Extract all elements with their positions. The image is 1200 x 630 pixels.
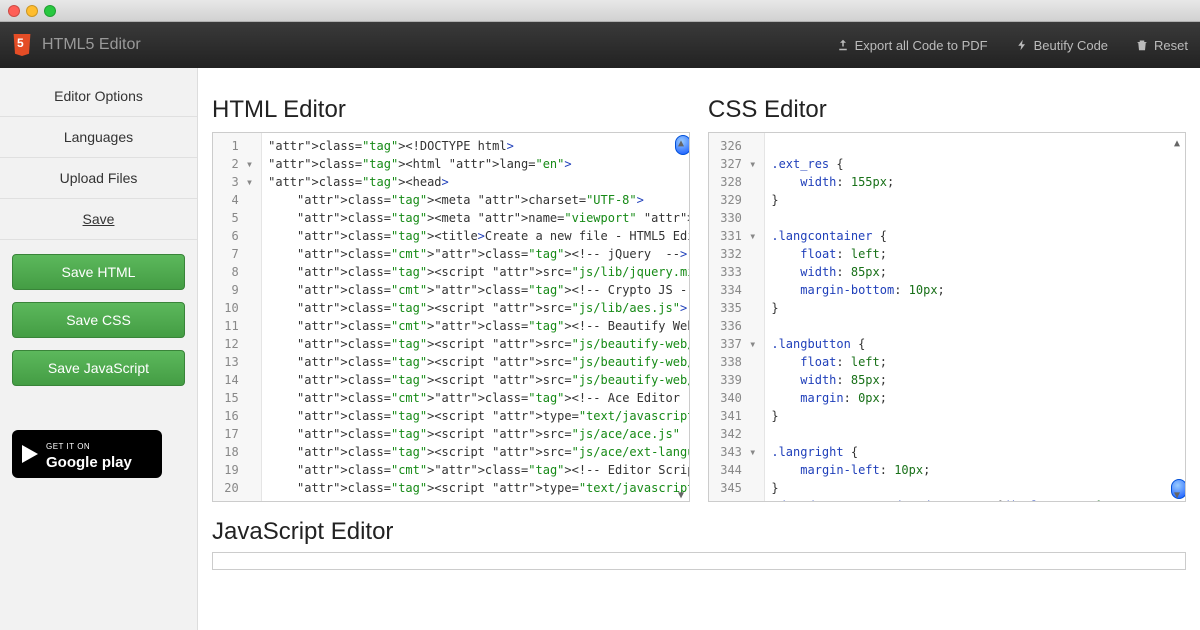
- save-js-button[interactable]: Save JavaScript: [12, 350, 185, 386]
- gplay-bottom-label: Google play: [46, 454, 132, 471]
- trash-icon: [1136, 39, 1148, 51]
- top-bar: HTML5 Editor Export all Code to PDF Beut…: [0, 22, 1200, 68]
- app-title: HTML5 Editor: [42, 36, 141, 54]
- html-editor-title: HTML Editor: [212, 96, 690, 124]
- export-pdf-button[interactable]: Export all Code to PDF: [837, 38, 988, 53]
- sidebar-item-languages[interactable]: Languages: [0, 117, 197, 158]
- beautify-label: Beutify Code: [1034, 38, 1108, 53]
- play-triangle-icon: [22, 445, 38, 463]
- scroll-up-arrow[interactable]: ▲: [1171, 135, 1183, 147]
- google-play-text: GET IT ON Google play: [46, 436, 132, 472]
- scroll-down-arrow[interactable]: ▼: [1171, 487, 1183, 499]
- css-code-area[interactable]: .ext_res { width: 155px; } .langcontaine…: [765, 133, 1185, 501]
- save-button-group: Save HTML Save CSS Save JavaScript: [0, 240, 197, 400]
- gplay-top-label: GET IT ON: [46, 442, 90, 451]
- minimize-traffic-light[interactable]: [26, 5, 38, 17]
- sidebar-item-editor-options[interactable]: Editor Options: [0, 76, 197, 117]
- css-editor-column: CSS Editor 326 327 ▾ 328 329 330 331 ▾ 3…: [708, 96, 1186, 502]
- html-editor[interactable]: 1 2 ▾ 3 ▾ 4 5 6 7 8 9 10 11 12 13 14 15 …: [212, 132, 690, 502]
- html-gutter: 1 2 ▾ 3 ▾ 4 5 6 7 8 9 10 11 12 13 14 15 …: [213, 133, 262, 501]
- reset-button[interactable]: Reset: [1136, 38, 1188, 53]
- zoom-traffic-light[interactable]: [44, 5, 56, 17]
- html-editor-column: HTML Editor 1 2 ▾ 3 ▾ 4 5 6 7 8 9 10 11 …: [212, 96, 690, 502]
- beautify-button[interactable]: Beutify Code: [1016, 38, 1108, 53]
- scroll-up-arrow[interactable]: ▲: [675, 135, 687, 147]
- upload-icon: [837, 39, 849, 51]
- scroll-down-arrow[interactable]: ▼: [675, 487, 687, 499]
- sidebar: Editor Options Languages Upload Files Sa…: [0, 68, 198, 630]
- top-actions: Export all Code to PDF Beutify Code Rese…: [837, 38, 1188, 53]
- js-editor-title: JavaScript Editor: [212, 518, 1186, 546]
- save-html-button[interactable]: Save HTML: [12, 254, 185, 290]
- save-css-button[interactable]: Save CSS: [12, 302, 185, 338]
- reset-label: Reset: [1154, 38, 1188, 53]
- google-play-badge[interactable]: GET IT ON Google play: [12, 430, 162, 478]
- window-chrome: [0, 0, 1200, 22]
- js-editor[interactable]: [212, 552, 1186, 570]
- close-traffic-light[interactable]: [8, 5, 20, 17]
- html-code-area[interactable]: "attr">class="tag"><!DOCTYPE html> "attr…: [262, 133, 689, 501]
- sidebar-item-save[interactable]: Save: [0, 199, 197, 240]
- sidebar-item-upload-files[interactable]: Upload Files: [0, 158, 197, 199]
- css-gutter: 326 327 ▾ 328 329 330 331 ▾ 332 333 334 …: [709, 133, 765, 501]
- flash-icon: [1016, 39, 1028, 51]
- main-content: HTML Editor 1 2 ▾ 3 ▾ 4 5 6 7 8 9 10 11 …: [198, 68, 1200, 630]
- css-editor[interactable]: 326 327 ▾ 328 329 330 331 ▾ 332 333 334 …: [708, 132, 1186, 502]
- css-editor-title: CSS Editor: [708, 96, 1186, 124]
- export-pdf-label: Export all Code to PDF: [855, 38, 988, 53]
- html5-logo-icon: [12, 34, 32, 56]
